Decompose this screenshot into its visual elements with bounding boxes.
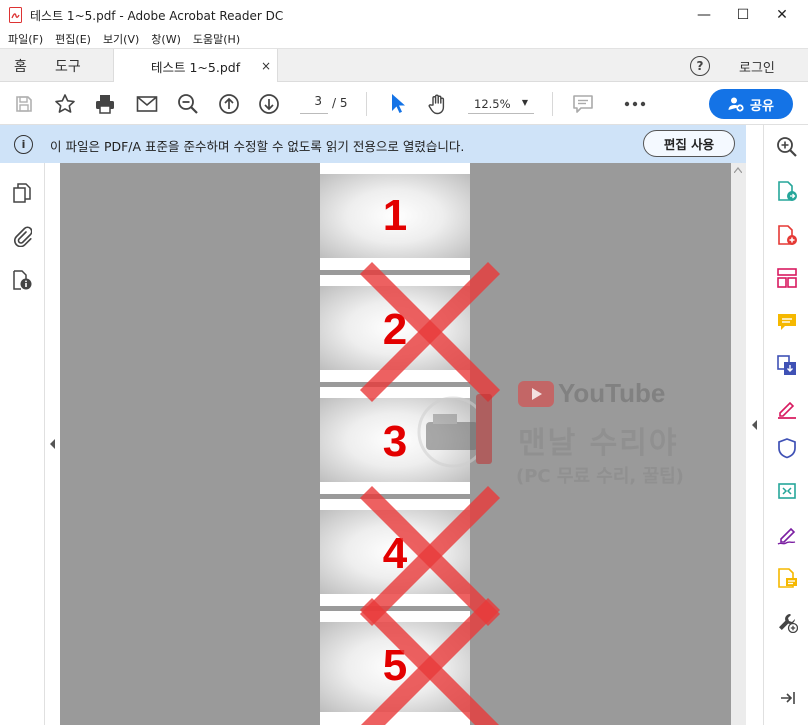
- page-number-label: 2: [382, 305, 408, 354]
- organize-pages-icon[interactable]: [775, 266, 799, 290]
- pdf-page: 5: [320, 611, 470, 725]
- minimize-button[interactable]: —: [686, 0, 722, 30]
- save-icon[interactable]: [12, 92, 36, 116]
- zoom-dropdown[interactable]: 12.5% ▼: [468, 94, 534, 114]
- right-panel-toggle[interactable]: [746, 125, 763, 725]
- tab-tools[interactable]: 도구: [55, 49, 81, 82]
- more-icon[interactable]: [623, 92, 647, 116]
- add-user-icon: [728, 97, 744, 112]
- menu-bar: 파일(F) 편집(E) 보기(V) 창(W) 도움말(H): [0, 30, 808, 48]
- channel-watermark: YouTube 맨날 수리야 (PC 무료 수리, 꿀팁): [398, 370, 728, 495]
- page-number-label: 4: [382, 529, 408, 578]
- readonly-info-bar: i 이 파일은 PDF/A 표준을 준수하며 수정할 수 없도록 읽기 전용으로…: [0, 125, 763, 163]
- more-tools-icon[interactable]: [775, 610, 799, 634]
- star-icon[interactable]: [53, 92, 77, 116]
- page-number-input[interactable]: 3: [300, 94, 328, 114]
- share-label: 공유: [750, 98, 774, 114]
- enable-editing-button[interactable]: 편집 사용: [643, 130, 735, 157]
- window-title: 테스트 1~5.pdf - Adobe Acrobat Reader DC: [30, 8, 284, 23]
- hand-icon[interactable]: [426, 92, 450, 116]
- page-number-label: 1: [382, 191, 408, 240]
- search-tool-icon[interactable]: [775, 135, 799, 159]
- zoom-out-icon[interactable]: [176, 92, 200, 116]
- document-properties-icon[interactable]: [11, 269, 33, 291]
- print-icon[interactable]: [93, 92, 117, 116]
- mail-icon[interactable]: [135, 92, 159, 116]
- pdf-page: 2: [320, 275, 470, 382]
- create-pdf-icon[interactable]: [775, 223, 799, 247]
- comment-tool-icon[interactable]: [775, 310, 799, 334]
- request-signature-icon[interactable]: [775, 523, 799, 547]
- page-up-icon[interactable]: [217, 92, 241, 116]
- compress-icon[interactable]: [775, 479, 799, 503]
- menu-view[interactable]: 보기(V): [103, 31, 139, 47]
- tab-document[interactable]: 테스트 1~5.pdf ×: [113, 49, 278, 83]
- main-toolbar: 3 / 5 12.5% ▼ 공유: [0, 82, 808, 125]
- close-window-button[interactable]: ✕: [764, 0, 800, 30]
- channel-subtitle: (PC 무료 수리, 꿀팁): [516, 466, 684, 487]
- left-panel-toggle[interactable]: [45, 163, 60, 725]
- menu-window[interactable]: 창(W): [151, 31, 181, 47]
- tab-home[interactable]: 홈: [14, 49, 27, 82]
- toolbar-divider: [552, 92, 553, 116]
- pdf-page: 4: [320, 499, 470, 606]
- help-icon[interactable]: ?: [690, 56, 710, 76]
- document-canvas[interactable]: 1 2 3 4 5 YouTube 맨날 수리야 (PC 무료 수리, 꿀팁): [60, 163, 731, 725]
- zoom-value: 12.5%: [474, 96, 511, 111]
- chevron-down-icon: ▼: [521, 98, 528, 107]
- page-total-label: / 5: [332, 96, 348, 110]
- channel-seal-logo: [417, 394, 492, 468]
- collapse-panel-icon[interactable]: [775, 686, 799, 710]
- maximize-button[interactable]: ☐: [725, 0, 761, 30]
- chevron-left-icon: [751, 420, 757, 430]
- page-thumbnails-icon[interactable]: [11, 182, 33, 204]
- protect-icon[interactable]: [775, 436, 799, 460]
- youtube-wordmark: YouTube: [558, 378, 666, 408]
- right-tools-panel: [763, 125, 808, 725]
- left-navigation-panel: [0, 163, 45, 725]
- share-button[interactable]: 공유: [709, 89, 793, 119]
- comment-icon[interactable]: [571, 92, 595, 116]
- tab-bar: 홈 도구 테스트 1~5.pdf × ? 로그인: [0, 48, 808, 83]
- menu-edit[interactable]: 편집(E): [55, 31, 91, 47]
- close-tab-button[interactable]: ×: [261, 59, 271, 73]
- youtube-logo: YouTube: [518, 378, 665, 409]
- menu-help[interactable]: 도움말(H): [193, 31, 240, 47]
- toolbar-divider: [366, 92, 367, 116]
- info-icon: i: [14, 135, 33, 154]
- pdf-page: 1: [320, 163, 470, 270]
- title-bar: 테스트 1~5.pdf - Adobe Acrobat Reader DC — …: [0, 0, 808, 30]
- login-button[interactable]: 로그인: [739, 57, 775, 76]
- menu-file[interactable]: 파일(F): [8, 31, 43, 47]
- attachment-icon[interactable]: [11, 225, 33, 247]
- document-tab-label: 테스트 1~5.pdf: [151, 59, 241, 75]
- send-review-icon[interactable]: [775, 566, 799, 590]
- chevron-left-icon: [49, 439, 55, 449]
- combine-files-icon[interactable]: [775, 353, 799, 377]
- scroll-up-icon[interactable]: [734, 167, 742, 173]
- fill-sign-icon[interactable]: [775, 397, 799, 421]
- page-down-icon[interactable]: [257, 92, 281, 116]
- channel-name: 맨날 수리야: [518, 426, 679, 461]
- acrobat-window: 테스트 1~5.pdf - Adobe Acrobat Reader DC — …: [0, 0, 808, 725]
- acrobat-app-icon: [8, 7, 22, 23]
- select-cursor-icon[interactable]: [386, 92, 410, 116]
- page-number-label: 5: [382, 641, 408, 690]
- export-pdf-icon[interactable]: [775, 179, 799, 203]
- youtube-play-icon: [518, 380, 554, 407]
- readonly-message: 이 파일은 PDF/A 표준을 준수하며 수정할 수 없도록 읽기 전용으로 열…: [50, 139, 465, 154]
- vertical-scrollbar[interactable]: [731, 163, 746, 725]
